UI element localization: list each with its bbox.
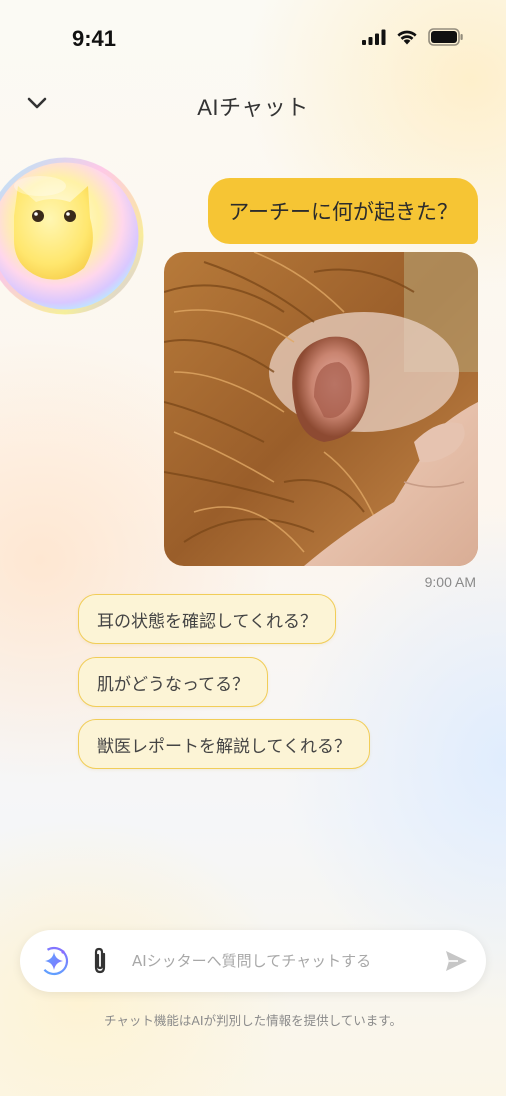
signal-icon xyxy=(362,29,386,45)
battery-icon xyxy=(428,28,463,46)
suggestion-chip[interactable]: 耳の状態を確認してくれる？ xyxy=(78,594,336,644)
suggestion-chip[interactable]: 獣医レポートを解説してくれる？ xyxy=(78,719,370,769)
chat-input[interactable] xyxy=(132,944,422,978)
send-icon[interactable] xyxy=(442,947,470,975)
paperclip-icon[interactable] xyxy=(86,946,114,976)
page-title: AIチャット xyxy=(197,95,309,120)
sparkle-icon[interactable] xyxy=(38,945,70,977)
status-bar: 9:41 xyxy=(0,0,506,76)
dog-ear-image xyxy=(164,252,478,566)
ai-disclaimer: チャット機能はAIが判別した情報を提供しています。 xyxy=(104,1013,402,1028)
message-timestamp: 9:00 AM xyxy=(424,574,476,590)
wifi-icon xyxy=(397,30,417,45)
status-icons xyxy=(362,28,464,46)
status-time: 9:41 xyxy=(72,26,117,51)
header: AIチャット xyxy=(0,76,506,132)
message-composer xyxy=(20,930,486,992)
suggestion-chip[interactable]: 肌がどうなってる？ xyxy=(78,657,269,707)
user-message-bubble: アーチーに何が起きた？ xyxy=(208,178,478,244)
chat-screen: 9:41 AIチャット アーチーに何が起きた？ 9:00 AM 耳の状態を確認し… xyxy=(0,0,506,1096)
ai-cat-mascot-icon xyxy=(0,157,144,315)
dog-ear-photo[interactable] xyxy=(164,252,478,566)
